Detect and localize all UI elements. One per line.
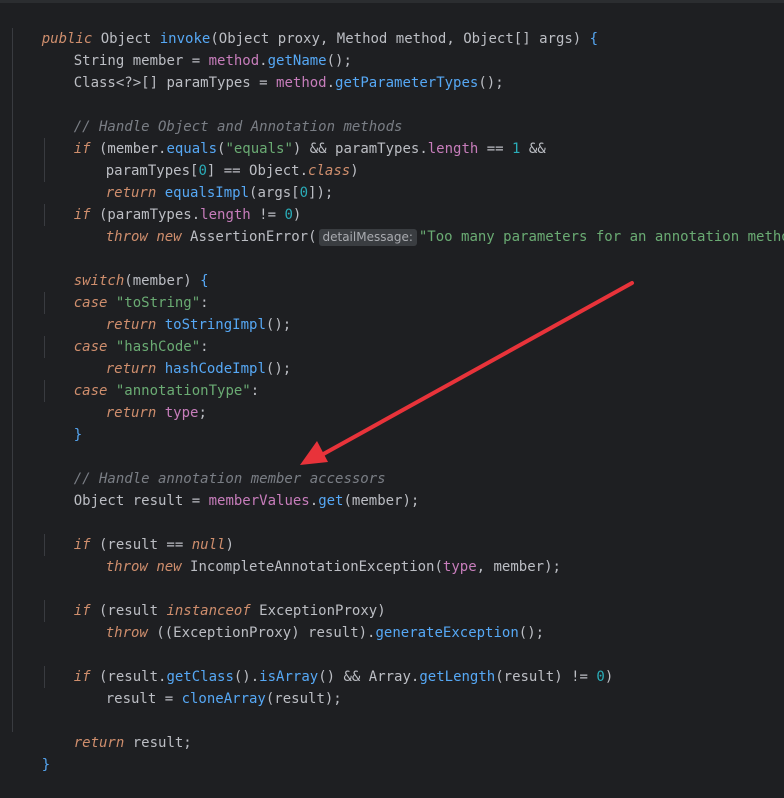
code-token: . bbox=[326, 75, 336, 91]
code-token: (); bbox=[265, 317, 292, 333]
code-line[interactable]: // Handle Object and Annotation methods bbox=[40, 94, 403, 135]
code-token: ) bbox=[604, 669, 614, 685]
code-token: result; bbox=[124, 735, 192, 751]
code-token: throw bbox=[105, 229, 148, 245]
code-token: } bbox=[41, 757, 51, 773]
code-line[interactable]: paramTypes[0] == Object.class) bbox=[72, 138, 359, 179]
code-token: method, bbox=[387, 31, 464, 47]
code-line[interactable]: if (result.getClass().isArray() && Array… bbox=[40, 644, 614, 685]
code-token: ( bbox=[434, 559, 443, 575]
code-line[interactable]: case "hashCode": bbox=[40, 314, 209, 355]
code-line[interactable]: return result; bbox=[40, 710, 192, 751]
code-token: AssertionError bbox=[190, 229, 309, 245]
code-token: ]); bbox=[308, 185, 334, 201]
code-token: (result) != bbox=[495, 669, 597, 685]
code-token: type bbox=[164, 405, 199, 421]
code-token: result = bbox=[105, 691, 182, 707]
code-token: getParameterTypes bbox=[335, 75, 479, 91]
code-token: get bbox=[318, 493, 344, 509]
code-token: "Too many parameters for an annotation m… bbox=[418, 229, 784, 245]
code-token: (); bbox=[518, 625, 545, 641]
code-line[interactable]: } bbox=[40, 402, 82, 443]
code-token: (( bbox=[147, 625, 174, 641]
code-line[interactable]: if (paramTypes.length != 0) bbox=[40, 182, 302, 223]
code-token: return bbox=[73, 735, 125, 751]
code-line[interactable]: Object result = memberValues.get(member)… bbox=[40, 468, 420, 509]
code-token: throw bbox=[105, 625, 148, 641]
code-token: getLength bbox=[419, 669, 496, 685]
code-token: new bbox=[156, 229, 182, 245]
code-line[interactable]: result = cloneArray(result); bbox=[72, 666, 342, 707]
code-line[interactable]: case "toString": bbox=[40, 270, 209, 311]
code-line[interactable]: if (result == null) bbox=[40, 512, 234, 553]
code-token: result = bbox=[124, 493, 209, 509]
code-token: Object bbox=[73, 493, 125, 509]
code-token: [] args) bbox=[513, 31, 590, 47]
code-token: { bbox=[589, 31, 599, 47]
code-token: } bbox=[73, 427, 83, 443]
code-line[interactable]: switch(member) { bbox=[40, 248, 209, 289]
code-line[interactable]: Class<?>[] paramTypes = method.getParame… bbox=[40, 50, 504, 91]
editor-top-border bbox=[0, 0, 784, 3]
code-line[interactable]: return type; bbox=[72, 380, 207, 421]
code-token: memberValues bbox=[208, 493, 310, 509]
code-token: 0 bbox=[596, 669, 605, 685]
code-line[interactable]: throw ((ExceptionProxy) result).generate… bbox=[72, 600, 544, 641]
parameter-hint: detailMessage: bbox=[318, 229, 417, 246]
code-line[interactable]: if (member.equals("equals") && paramType… bbox=[40, 116, 546, 157]
code-token: (result); bbox=[265, 691, 342, 707]
code-token: new bbox=[156, 559, 182, 575]
code-token: Object bbox=[463, 31, 514, 47]
code-line[interactable]: return toStringImpl(); bbox=[72, 292, 291, 333]
code-token: return bbox=[105, 405, 157, 421]
code-editor[interactable]: public Object invoke(Object proxy, Metho… bbox=[0, 0, 784, 773]
code-line[interactable]: throw new AssertionError(detailMessage: "… bbox=[72, 204, 784, 246]
code-token: length bbox=[427, 141, 479, 157]
code-token: Class bbox=[73, 75, 116, 91]
code-line[interactable]: case "annotationType": bbox=[40, 358, 259, 399]
code-token: type bbox=[442, 559, 477, 575]
code-token: . bbox=[309, 493, 319, 509]
code-line[interactable]: } bbox=[8, 732, 50, 773]
code-token: (); bbox=[478, 75, 504, 91]
code-token: , member); bbox=[476, 559, 561, 575]
code-token: (member); bbox=[343, 493, 420, 509]
code-line[interactable]: throw new IncompleteAnnotationException(… bbox=[72, 534, 561, 575]
code-token: cloneArray bbox=[181, 691, 266, 707]
indent-guide bbox=[12, 28, 13, 732]
code-line[interactable]: // Handle annotation member accessors bbox=[40, 446, 386, 487]
code-line[interactable]: if (result instanceof ExceptionProxy) bbox=[40, 578, 386, 619]
code-token: <?>[] paramTypes = bbox=[115, 75, 277, 91]
code-token: (); bbox=[265, 361, 292, 377]
code-token: ; bbox=[198, 405, 207, 421]
code-token: : bbox=[250, 383, 260, 399]
code-token: ( bbox=[308, 229, 317, 245]
code-token: IncompleteAnnotationException bbox=[190, 559, 435, 575]
code-token: throw bbox=[105, 559, 148, 575]
code-token: ) result). bbox=[291, 625, 376, 641]
code-line[interactable]: String member = method.getName(); bbox=[40, 28, 352, 69]
code-line[interactable]: return hashCodeImpl(); bbox=[72, 336, 291, 377]
code-line[interactable]: return equalsImpl(args[0]); bbox=[72, 160, 334, 201]
code-token: && bbox=[520, 141, 546, 157]
code-token: ) bbox=[350, 163, 359, 179]
code-token: generateException bbox=[375, 625, 519, 641]
code-token: Array bbox=[368, 669, 411, 685]
code-token: ExceptionProxy bbox=[173, 625, 292, 641]
code-token: == bbox=[478, 141, 513, 157]
code-token: method bbox=[276, 75, 327, 91]
code-line[interactable]: public Object invoke(Object proxy, Metho… bbox=[8, 6, 598, 47]
